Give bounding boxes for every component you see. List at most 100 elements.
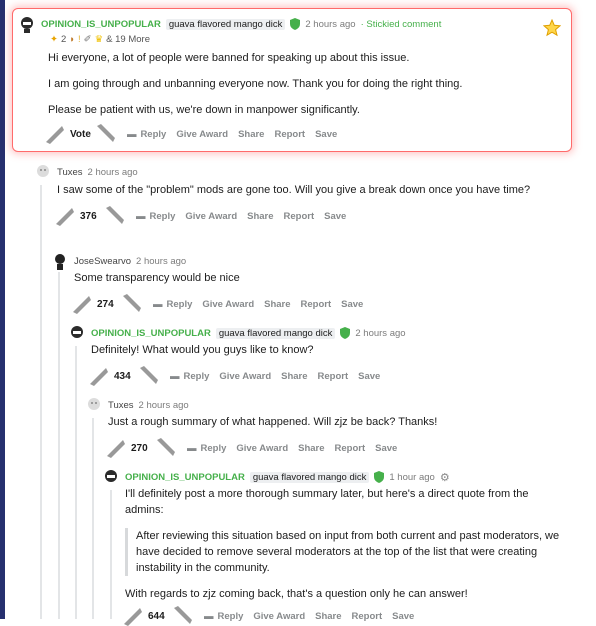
share-button[interactable]: Share bbox=[315, 611, 341, 622]
award-icon: ǃ bbox=[78, 33, 81, 45]
report-button[interactable]: Report bbox=[284, 211, 315, 222]
comment-paragraph: Some transparency would be nice bbox=[74, 272, 240, 284]
report-button[interactable]: Report bbox=[318, 371, 349, 382]
share-button[interactable]: Share bbox=[264, 299, 290, 310]
save-button[interactable]: Save bbox=[324, 211, 346, 222]
award-icon: ♛ bbox=[94, 33, 104, 45]
comment-op-reply: OPINION_IS_UNPOPULAR guava flavored mang… bbox=[68, 325, 558, 386]
avatar[interactable] bbox=[18, 15, 36, 33]
give-award-button[interactable]: Give Award bbox=[219, 371, 271, 382]
award-icon: ✐ bbox=[83, 33, 92, 45]
report-button[interactable]: Report bbox=[301, 299, 332, 310]
comment-paragraph: Hi everyone, a lot of people were banned… bbox=[48, 52, 410, 64]
report-button[interactable]: Report bbox=[274, 129, 305, 140]
comment-joseswearvo: JoseSwearvo 2 hours ago Some transparenc… bbox=[51, 253, 551, 314]
avatar[interactable] bbox=[85, 396, 103, 414]
share-button[interactable]: Share bbox=[281, 371, 307, 382]
user-flair: guava flavored mango dick bbox=[165, 18, 286, 30]
comment-actions: 434 ▬ Reply Give Award Share Report Save bbox=[88, 366, 558, 386]
award-icon: ◗ bbox=[69, 33, 76, 45]
comment-meta: OPINION_IS_UNPOPULAR guava flavored mang… bbox=[68, 325, 558, 341]
timestamp[interactable]: 2 hours ago bbox=[139, 400, 189, 411]
give-award-button[interactable]: Give Award bbox=[236, 443, 288, 454]
downvote-icon[interactable] bbox=[104, 206, 126, 226]
timestamp[interactable]: 2 hours ago bbox=[305, 19, 355, 30]
upvote-icon[interactable] bbox=[88, 366, 110, 386]
username[interactable]: OPINION_IS_UNPOPULAR bbox=[91, 328, 211, 339]
give-award-button[interactable]: Give Award bbox=[253, 611, 305, 622]
vote-count: 376 bbox=[80, 210, 97, 222]
username[interactable]: Tuxes bbox=[108, 400, 134, 411]
awards-more: & 19 More bbox=[106, 33, 150, 45]
comment-op-stickied: OPINION_IS_UNPOPULAR guava flavored mang… bbox=[18, 16, 558, 144]
report-button[interactable]: Report bbox=[335, 443, 366, 454]
upvote-icon[interactable] bbox=[105, 438, 127, 458]
comment-paragraph: With regards to zjz coming back, that's … bbox=[125, 588, 468, 600]
timestamp[interactable]: 2 hours ago bbox=[136, 256, 186, 267]
reply-button[interactable]: ▬ Reply bbox=[127, 129, 166, 140]
report-button[interactable]: Report bbox=[352, 611, 383, 622]
timestamp[interactable]: 2 hours ago bbox=[355, 328, 405, 339]
reply-button[interactable]: ▬ Reply bbox=[170, 371, 209, 382]
page-left-edge bbox=[0, 0, 5, 619]
vote-control: 274 bbox=[71, 294, 143, 314]
upvote-icon[interactable] bbox=[44, 124, 66, 144]
downvote-icon[interactable] bbox=[95, 124, 117, 144]
comment-body: Some transparency would be nice bbox=[74, 270, 551, 286]
give-award-button[interactable]: Give Award bbox=[185, 211, 237, 222]
username[interactable]: OPINION_IS_UNPOPULAR bbox=[41, 19, 161, 30]
comment-meta: JoseSwearvo 2 hours ago bbox=[51, 252, 551, 270]
comment-paragraph: Just a rough summary of what happened. W… bbox=[108, 416, 438, 428]
share-button[interactable]: Share bbox=[238, 129, 264, 140]
share-button[interactable]: Share bbox=[298, 443, 324, 454]
avatar[interactable] bbox=[102, 468, 120, 486]
vote-control: 376 bbox=[54, 206, 126, 226]
award-count: 2 bbox=[60, 33, 67, 45]
comment-icon: ▬ bbox=[126, 128, 137, 140]
reply-button[interactable]: ▬ Reply bbox=[187, 443, 226, 454]
vote-control: Vote bbox=[44, 124, 117, 144]
username[interactable]: Tuxes bbox=[57, 167, 83, 178]
moderator-shield-icon bbox=[290, 18, 301, 30]
username[interactable]: JoseSwearvo bbox=[74, 256, 131, 267]
save-button[interactable]: Save bbox=[341, 299, 363, 310]
save-button[interactable]: Save bbox=[358, 371, 380, 382]
upvote-icon[interactable] bbox=[122, 606, 144, 626]
timestamp[interactable]: 1 hour ago bbox=[389, 472, 434, 483]
comment-actions: 376 ▬ Reply Give Award Share Report Save bbox=[54, 206, 554, 226]
comment-paragraph: Definitely! What would you guys like to … bbox=[91, 344, 314, 356]
comment-body: Definitely! What would you guys like to … bbox=[91, 342, 558, 358]
avatar[interactable] bbox=[34, 163, 52, 181]
upvote-icon[interactable] bbox=[54, 206, 76, 226]
blockquote: After reviewing this situation based on … bbox=[125, 528, 565, 576]
vote-count: 270 bbox=[131, 442, 148, 454]
comment-body: I'll definitely post a more thorough sum… bbox=[125, 486, 565, 602]
comment-tuxes: Tuxes 2 hours ago I saw some of the "pro… bbox=[34, 164, 554, 226]
stickied-label: · Stickied comment bbox=[360, 18, 442, 30]
vote-count: 434 bbox=[114, 370, 131, 382]
downvote-icon[interactable] bbox=[138, 366, 160, 386]
upvote-icon[interactable] bbox=[71, 294, 93, 314]
username[interactable]: OPINION_IS_UNPOPULAR bbox=[125, 472, 245, 483]
avatar[interactable] bbox=[51, 252, 69, 270]
reply-button[interactable]: ▬ Reply bbox=[204, 611, 243, 622]
comment-actions: 644 ▬ Reply Give Award Share Report Save bbox=[122, 606, 572, 626]
avatar[interactable] bbox=[68, 324, 86, 342]
save-button[interactable]: Save bbox=[315, 129, 337, 140]
comment-actions: Vote ▬ Reply Give Award Share Report Save bbox=[44, 124, 558, 144]
downvote-icon[interactable] bbox=[172, 606, 194, 626]
reply-button[interactable]: ▬ Reply bbox=[153, 299, 192, 310]
give-award-button[interactable]: Give Award bbox=[176, 129, 228, 140]
downvote-icon[interactable] bbox=[121, 294, 143, 314]
downvote-icon[interactable] bbox=[155, 438, 177, 458]
awards-row[interactable]: ✦ 2 ◗ ǃ ✐ ♛ & 19 More bbox=[50, 32, 558, 46]
comment-icon: ▬ bbox=[204, 610, 214, 622]
share-button[interactable]: Share bbox=[247, 211, 273, 222]
comment-body: I saw some of the "problem" mods are gon… bbox=[57, 182, 537, 198]
save-button[interactable]: Save bbox=[375, 443, 397, 454]
comment-actions: 270 ▬ Reply Give Award Share Report Save bbox=[105, 438, 565, 458]
timestamp[interactable]: 2 hours ago bbox=[88, 167, 138, 178]
give-award-button[interactable]: Give Award bbox=[202, 299, 254, 310]
save-button[interactable]: Save bbox=[392, 611, 414, 622]
reply-button[interactable]: ▬ Reply bbox=[136, 211, 175, 222]
